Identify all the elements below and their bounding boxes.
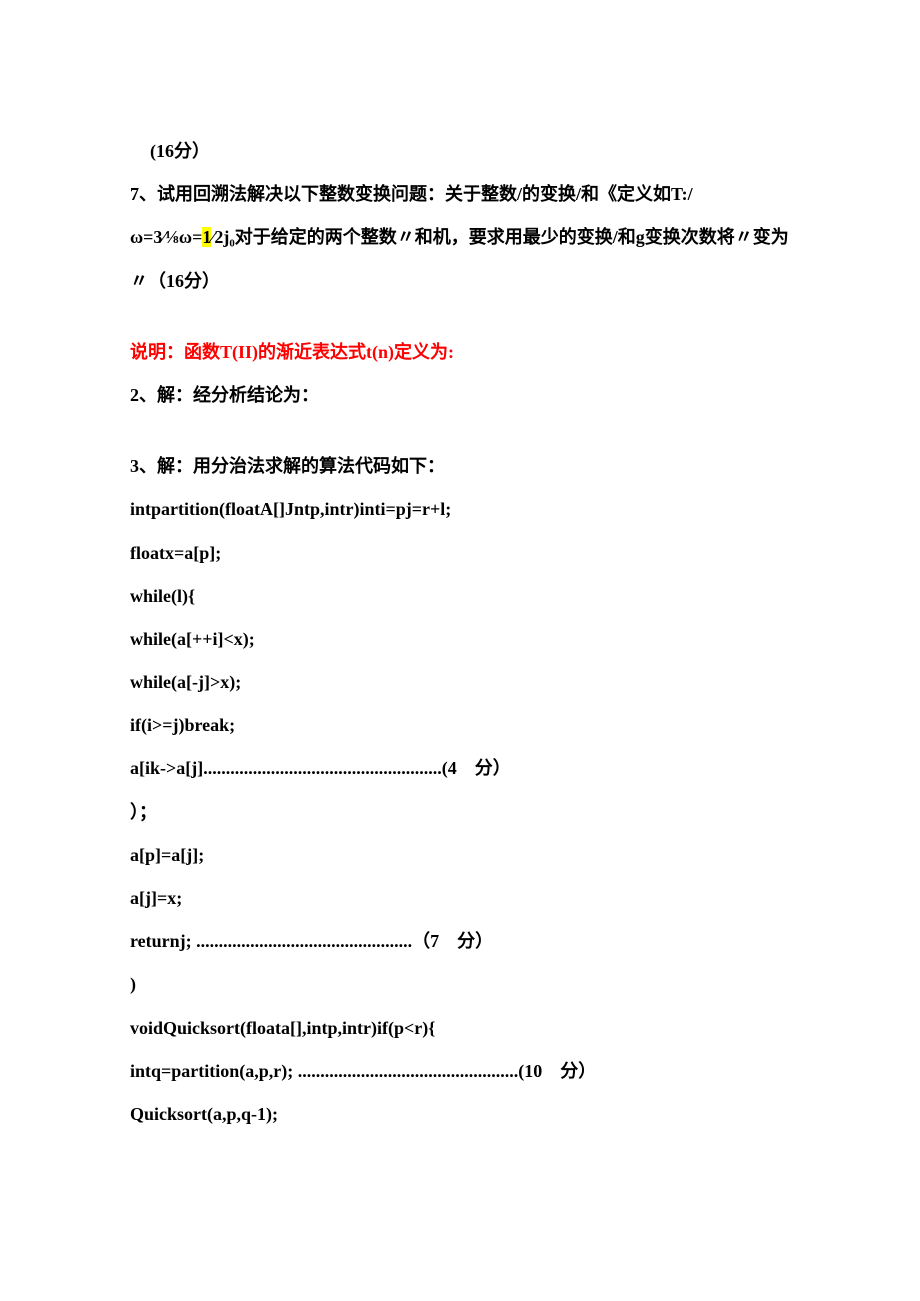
code-line-6: if(i>=j)break; <box>130 704 790 747</box>
spacer <box>130 417 790 445</box>
code-line-11: returnj; ...............................… <box>130 920 790 963</box>
code-line-7: a[ik->a[j]..............................… <box>130 747 790 790</box>
code-line-4: while(a[++i]<x); <box>130 618 790 661</box>
code-line-1: intpartition(floatA[]Jntp,intr)inti=pj=r… <box>130 488 790 531</box>
explanation-title: 说明：函数T(II)的渐近表达式t(n)定义为: <box>130 331 790 374</box>
highlighted-char: 1 <box>202 227 211 247</box>
code-line-10: a[j]=x; <box>130 877 790 920</box>
code-line-15: Quicksort(a,p,q-1); <box>130 1093 790 1136</box>
spacer <box>130 303 790 331</box>
answer-3-title: 3、解：用分治法求解的算法代码如下： <box>130 445 790 488</box>
q7-part2: ∕2j₀对于给定的两个整数〃和机，要求用最少的变换/和g变换次数将〃变为〃（16… <box>130 227 789 290</box>
code-line-14: intq=partition(a,p,r); .................… <box>130 1050 790 1093</box>
code-line-2: floatx=a[p]; <box>130 532 790 575</box>
code-line-12: ) <box>130 963 790 1006</box>
answer-2: 2、解：经分析结论为： <box>130 374 790 417</box>
question-7: 7、试用回溯法解决以下整数变换问题：关于整数/的变换/和《定义如T:/ω=3⁄⅛… <box>130 173 790 303</box>
code-line-5: while(a[-j]>x); <box>130 661 790 704</box>
code-line-3: while(l){ <box>130 575 790 618</box>
score-note: (16分） <box>130 130 790 173</box>
code-line-13: voidQuicksort(floata[],intp,intr)if(p<r)… <box>130 1007 790 1050</box>
code-line-9: a[p]=a[j]; <box>130 834 790 877</box>
code-line-8: ）； <box>130 791 790 834</box>
document-page: (16分） 7、试用回溯法解决以下整数变换问题：关于整数/的变换/和《定义如T:… <box>130 130 790 1136</box>
